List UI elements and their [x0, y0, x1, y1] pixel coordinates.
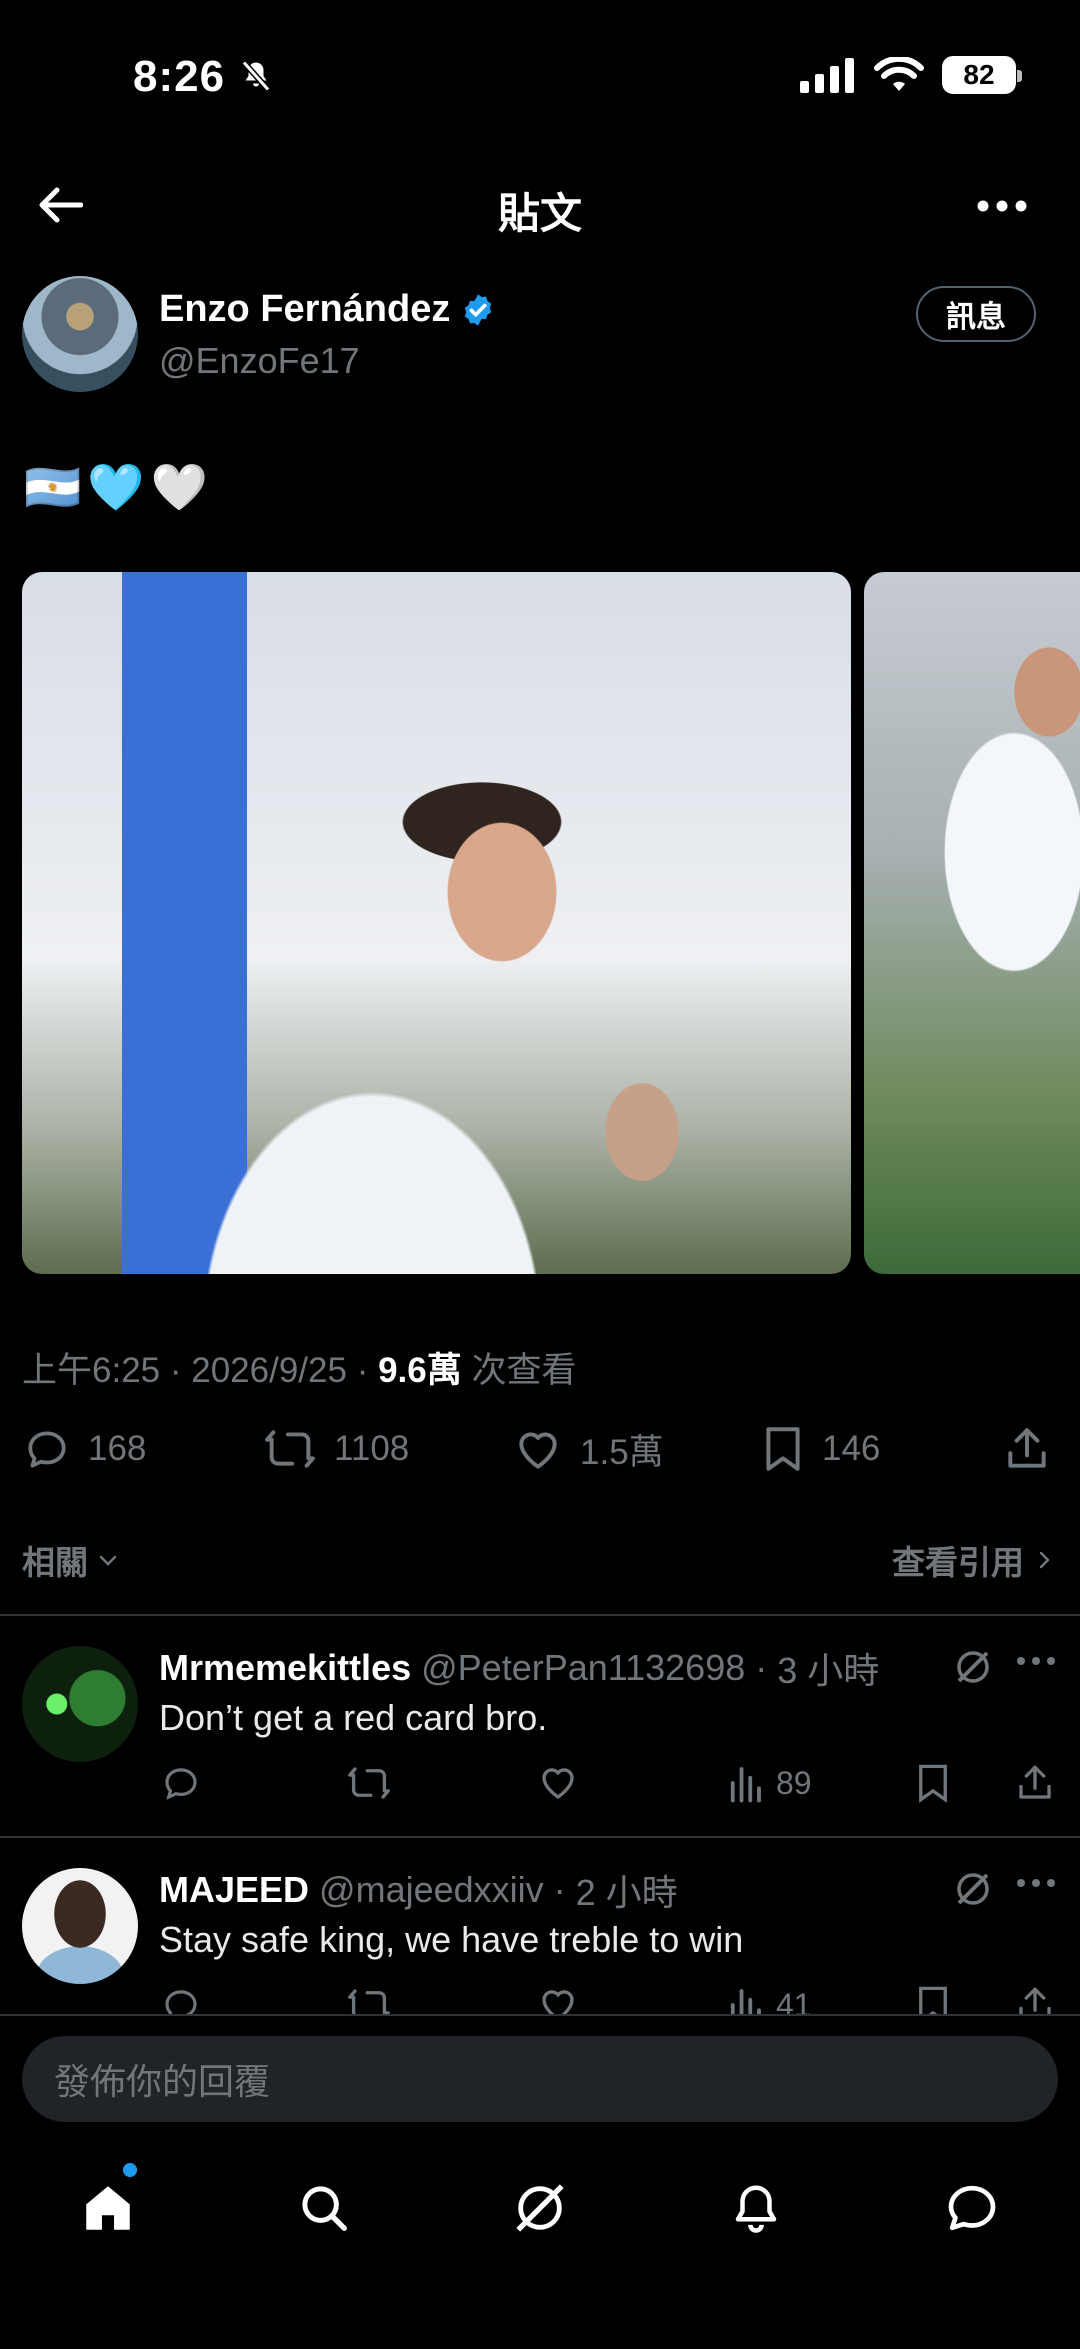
- grok-icon[interactable]: [952, 1646, 994, 1688]
- author-name-row[interactable]: Enzo Fernández: [159, 288, 496, 331]
- battery-indicator: 82: [942, 56, 1022, 94]
- reply-header: MAJEED @majeedxxiiv · 2 小時: [159, 1864, 678, 1916]
- tab-search[interactable]: [284, 2168, 364, 2248]
- chevron-right-icon: [1039, 1551, 1050, 1569]
- reply-icon: [28, 1431, 66, 1468]
- author-handle[interactable]: @EnzoFe17: [159, 340, 360, 382]
- more-options-icon[interactable]: [972, 186, 1032, 226]
- separator: ·: [553, 1869, 566, 1910]
- tweet-time: 上午6:25: [22, 1351, 161, 1390]
- like-count: 1.5萬: [580, 1433, 664, 1472]
- views-chart-icon: [730, 1767, 761, 1803]
- bookmark-icon: [766, 1427, 800, 1471]
- tab-grok[interactable]: [500, 2168, 580, 2248]
- argentina-flag-emoji: 🇦🇷: [24, 461, 82, 513]
- view-count: 9.6萬: [378, 1351, 462, 1390]
- reply-bookmark-icon[interactable]: [914, 1762, 952, 1804]
- retweet-count: 1108: [334, 1429, 410, 1468]
- reply-share-icon[interactable]: [1014, 1762, 1056, 1804]
- verified-badge-icon: [460, 292, 496, 328]
- separator: ·: [356, 1351, 369, 1390]
- reply-more-icon[interactable]: [1016, 1878, 1056, 1888]
- reply-author-name[interactable]: Mrmemekittles: [159, 1647, 411, 1689]
- silent-bell-icon: [238, 58, 274, 94]
- status-time: 8:26: [133, 52, 226, 101]
- tweet-text: 🇦🇷 🩵 🤍: [24, 460, 208, 515]
- light-blue-heart-emoji: 🩵: [87, 461, 145, 513]
- separator: ·: [755, 1647, 768, 1688]
- composer-placeholder: 發佈你的回覆: [54, 2061, 271, 2102]
- chevron-down-icon: [99, 1555, 117, 1566]
- divider: [0, 1836, 1080, 1838]
- reply-heart-icon[interactable]: [536, 1762, 580, 1804]
- grok-icon[interactable]: [952, 1868, 994, 1910]
- message-button[interactable]: 訊息: [916, 286, 1036, 342]
- reply-author-handle[interactable]: @PeterPan1132698: [421, 1647, 745, 1689]
- reply-text: Don’t get a red card bro.: [159, 1697, 548, 1738]
- notification-dot: [123, 2163, 137, 2177]
- tweet-photo-2[interactable]: [864, 572, 1080, 1274]
- tab-messages[interactable]: [932, 2168, 1012, 2248]
- reply-action[interactable]: 168: [22, 1424, 146, 1474]
- reply-more-icon[interactable]: [1016, 1656, 1056, 1666]
- reply-view-count: 89: [776, 1764, 812, 1801]
- quotes-label: 查看引用: [892, 1544, 1024, 1581]
- divider: [0, 1614, 1080, 1616]
- reply-time: 2 小時: [575, 1872, 678, 1913]
- reply-composer-input[interactable]: 發佈你的回覆: [22, 2036, 1058, 2122]
- view-quotes-link[interactable]: 查看引用: [892, 1536, 1056, 1584]
- reply-header: Mrmemekittles @PeterPan1132698 · 3 小時: [159, 1642, 879, 1694]
- home-icon: [86, 2186, 130, 2230]
- heart-icon: [519, 1431, 557, 1469]
- tab-home[interactable]: [68, 2168, 148, 2248]
- reply-avatar[interactable]: [22, 1646, 138, 1762]
- bell-icon: [735, 2185, 777, 2233]
- separator: ·: [169, 1351, 182, 1390]
- tweet-actions: 168 1108 1.5萬 146: [22, 1424, 1058, 1480]
- bookmark-count: 146: [822, 1429, 881, 1468]
- like-action[interactable]: 1.5萬: [512, 1424, 664, 1475]
- tweet-date: 2026/9/25: [191, 1351, 347, 1390]
- retweet-icon: [265, 1430, 315, 1468]
- tweet-meta: 上午6:25 · 2026/9/25 · 9.6萬 次查看: [22, 1342, 577, 1393]
- sort-related-dropdown[interactable]: 相關: [22, 1536, 120, 1584]
- grok-icon: [516, 2184, 564, 2232]
- bookmark-action[interactable]: 146: [760, 1424, 880, 1474]
- author-avatar[interactable]: [22, 276, 138, 392]
- reply-author-handle[interactable]: @majeedxxiiv: [319, 1869, 544, 1911]
- reply-retweet-icon[interactable]: [346, 1762, 392, 1804]
- tweet-photo-1[interactable]: [22, 572, 851, 1274]
- share-action[interactable]: [1002, 1424, 1052, 1474]
- retweet-action[interactable]: 1108: [262, 1424, 409, 1474]
- page-title: 貼文: [497, 190, 582, 237]
- reply-reply-icon[interactable]: [160, 1762, 202, 1804]
- tab-notifications[interactable]: [716, 2168, 796, 2248]
- status-indicators: 82: [800, 56, 1022, 94]
- reply-text: Stay safe king, we have treble to win: [159, 1919, 744, 1960]
- author-name: Enzo Fernández: [159, 288, 451, 330]
- signal-icon: [800, 58, 854, 93]
- sort-label: 相關: [22, 1544, 88, 1581]
- reply-count: 168: [88, 1429, 147, 1468]
- view-label: 次查看: [471, 1351, 577, 1390]
- reply-time: 3 小時: [777, 1650, 880, 1691]
- reply-author-name[interactable]: MAJEED: [159, 1869, 309, 1911]
- reply-avatar[interactable]: [22, 1868, 138, 1984]
- wifi-icon: [874, 57, 924, 91]
- reply-views[interactable]: 89: [726, 1762, 812, 1804]
- chat-bubble-icon: [948, 2185, 996, 2231]
- search-icon: [302, 2186, 347, 2231]
- white-heart-emoji: 🤍: [150, 461, 208, 513]
- share-icon: [1008, 1428, 1046, 1468]
